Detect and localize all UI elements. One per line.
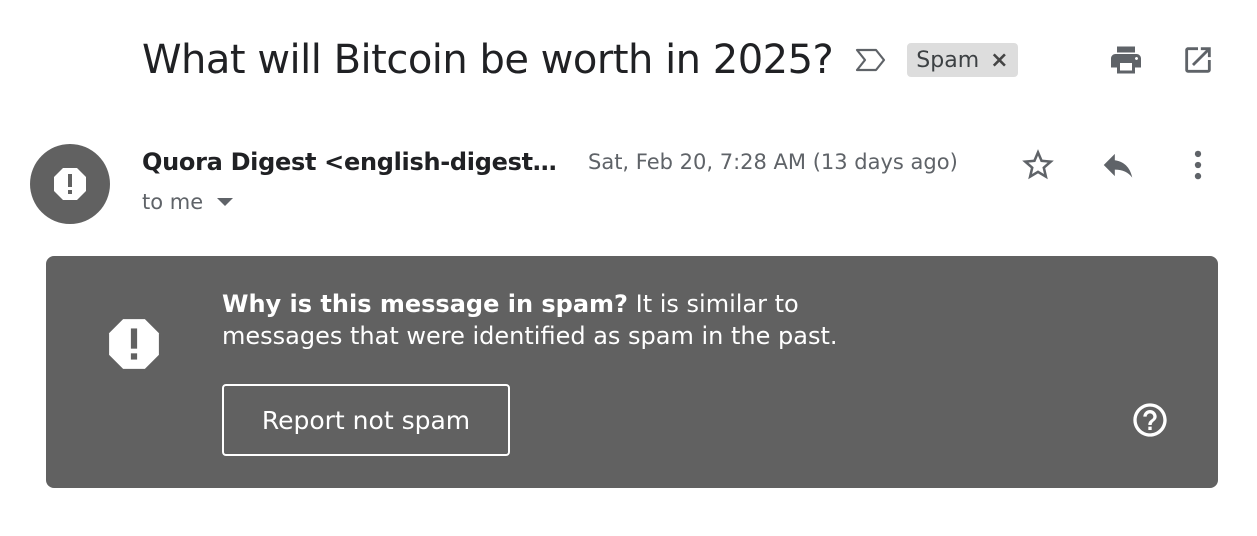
warning-icon <box>54 168 86 200</box>
report-not-spam-button[interactable]: Report not spam <box>222 384 510 456</box>
print-icon[interactable] <box>1106 40 1146 80</box>
chevron-down-icon <box>217 198 234 206</box>
open-in-new-window-icon[interactable] <box>1178 40 1218 80</box>
email-view: What will Bitcoin be worth in 2025? Spam… <box>0 0 1257 536</box>
spam-warning-banner: Why is this message in spam? It is simil… <box>46 256 1218 488</box>
spam-explanation: Why is this message in spam? It is simil… <box>222 288 922 352</box>
label-text: Spam <box>916 47 980 73</box>
more-vert-icon[interactable] <box>1177 144 1219 186</box>
email-subject: What will Bitcoin be worth in 2025? <box>142 37 834 83</box>
remove-label-button[interactable]: × <box>990 48 1008 73</box>
help-icon[interactable] <box>1130 400 1170 440</box>
important-marker-icon[interactable] <box>855 46 889 74</box>
spam-label-chip: Spam × <box>907 43 1018 77</box>
recipient-details-toggle[interactable]: to me <box>142 190 234 214</box>
star-icon[interactable] <box>1017 144 1059 186</box>
sender-avatar <box>30 144 110 224</box>
reply-icon[interactable] <box>1097 144 1139 186</box>
warning-icon <box>106 316 162 372</box>
sender-name: Quora Digest <english-digest-n... <box>142 148 564 176</box>
subject-row: What will Bitcoin be worth in 2025? Spam… <box>142 30 1018 90</box>
email-date: Sat, Feb 20, 7:28 AM (13 days ago) <box>588 150 958 174</box>
spam-explanation-heading: Why is this message in spam? <box>222 290 628 318</box>
recipient-label: to me <box>142 190 204 214</box>
